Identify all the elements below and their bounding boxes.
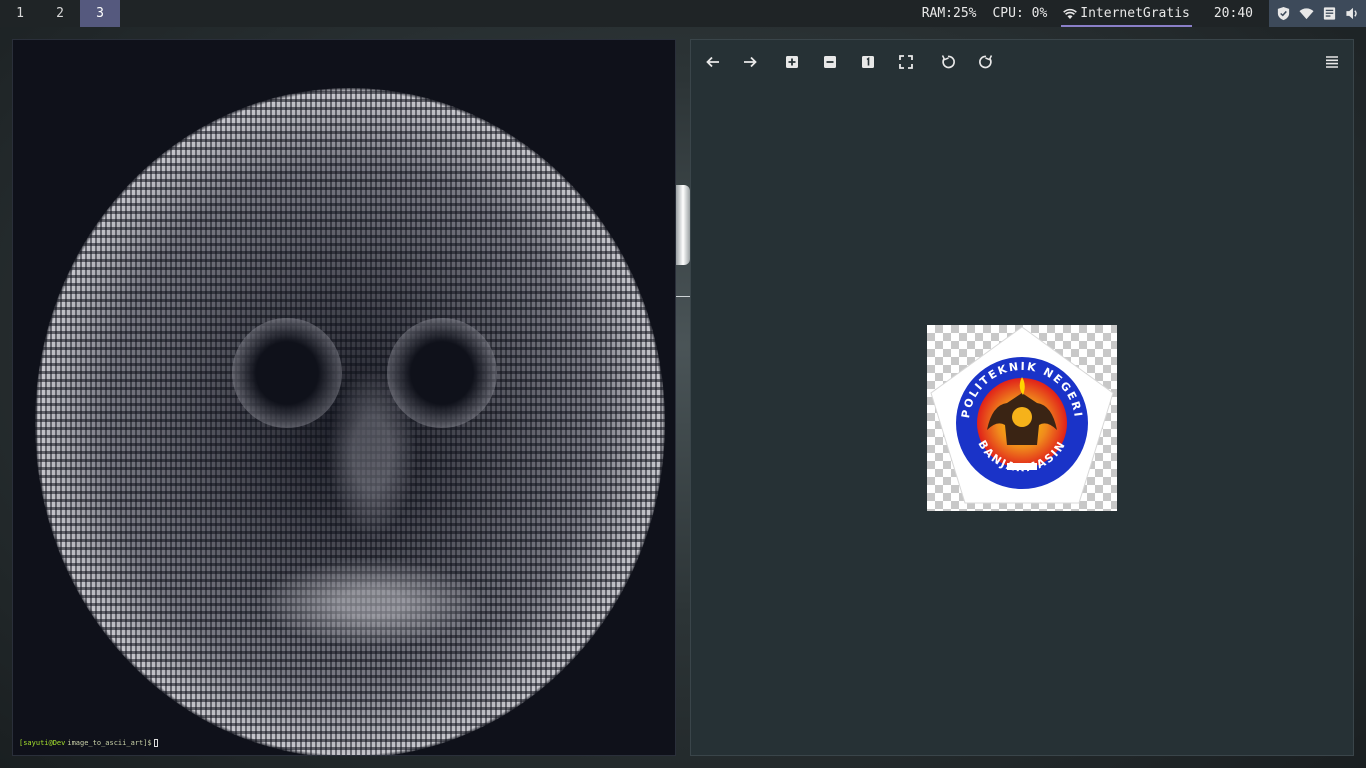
system-tray	[1269, 0, 1366, 27]
network-status[interactable]: InternetGratis	[1055, 0, 1198, 27]
top-bar: 1 2 3 RAM:25% CPU: 0% InternetGratis 20:…	[0, 0, 1366, 27]
viewer-menu-button[interactable]	[1322, 52, 1342, 72]
previous-image-button[interactable]	[703, 52, 723, 72]
image-viewer-window[interactable]: POLITEKNIK NEGERI BANJARMASIN	[690, 39, 1354, 756]
prompt-user: [sayuti@Dev	[19, 739, 66, 747]
rotate-right-icon	[979, 55, 993, 69]
workspace-3-button[interactable]: 3	[80, 0, 120, 27]
cpu-usage: CPU: 0%	[992, 6, 1048, 21]
shell-prompt[interactable]: [sayuti@Dev image_to_ascii_art]$	[19, 739, 158, 747]
ascii-left-eye	[232, 318, 342, 428]
wifi-icon[interactable]	[1298, 6, 1314, 22]
workspace-switcher: 1 2 3	[0, 0, 120, 27]
notes-icon[interactable]	[1321, 6, 1337, 22]
zoom-in-button[interactable]	[782, 52, 802, 72]
viewer-toolbar	[691, 40, 1353, 84]
fit-window-icon	[899, 55, 913, 69]
clock: 20:40	[1213, 6, 1253, 21]
terminal-cursor	[153, 739, 158, 747]
wifi-icon	[1063, 8, 1078, 19]
rotate-left-button[interactable]	[938, 52, 958, 72]
ram-usage: RAM:25%	[921, 6, 977, 21]
next-image-button[interactable]	[740, 52, 760, 72]
terminal-window[interactable]: [sayuti@Dev image_to_ascii_art]$	[12, 39, 676, 756]
zoom-out-icon	[824, 56, 836, 68]
workspace-2-button[interactable]: 2	[40, 0, 80, 27]
status-modules: RAM:25% CPU: 0% InternetGratis 20:40	[914, 0, 1366, 27]
arrow-right-icon	[744, 56, 757, 68]
wallpaper-visible	[676, 185, 690, 265]
zoom-in-icon	[786, 56, 798, 68]
workspace-1-button[interactable]: 1	[0, 0, 40, 27]
displayed-image: POLITEKNIK NEGERI BANJARMASIN	[927, 325, 1117, 511]
arrow-left-icon	[706, 56, 719, 68]
prompt-directory: image_to_ascii_art]$	[67, 739, 152, 747]
fit-window-button[interactable]	[896, 52, 916, 72]
ascii-nose	[327, 368, 417, 538]
ascii-mouth	[257, 558, 487, 648]
zoom-out-button[interactable]	[820, 52, 840, 72]
rotate-left-icon	[941, 55, 955, 69]
politeknik-logo: POLITEKNIK NEGERI BANJARMASIN	[930, 326, 1114, 504]
rotate-right-button[interactable]	[976, 52, 996, 72]
volume-icon[interactable]	[1344, 6, 1360, 22]
wallpaper-line	[676, 296, 690, 297]
shield-icon[interactable]	[1275, 6, 1291, 22]
network-name: InternetGratis	[1080, 6, 1190, 21]
actual-size-button[interactable]	[858, 52, 878, 72]
actual-size-icon	[862, 56, 874, 68]
menu-icon	[1326, 56, 1338, 68]
